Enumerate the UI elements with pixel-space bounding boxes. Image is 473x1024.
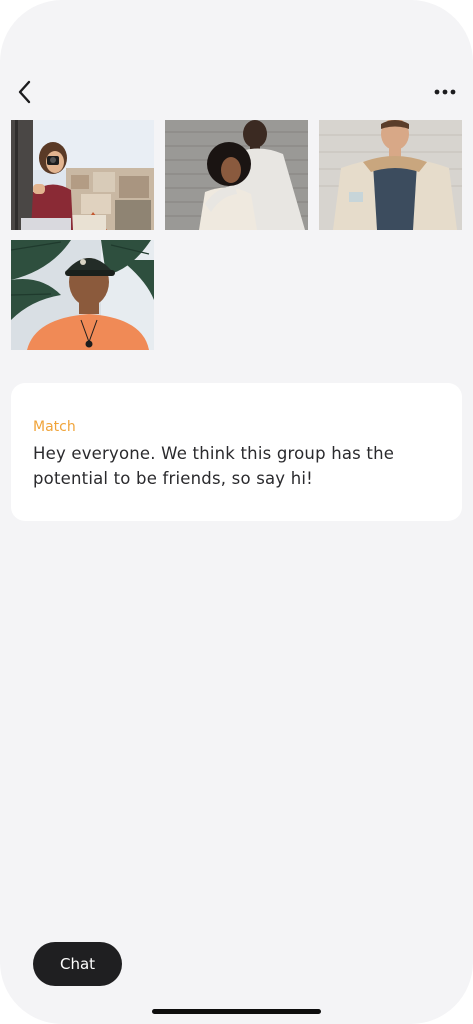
- screen: Match Hey everyone. We think this group …: [0, 0, 473, 1024]
- message-text: Hey everyone. We think this group has th…: [33, 444, 395, 488]
- more-options-button[interactable]: [433, 80, 457, 104]
- message-sender: Match: [33, 419, 76, 435]
- more-horizontal-icon: [434, 89, 456, 95]
- home-indicator[interactable]: [152, 1009, 321, 1014]
- chat-button[interactable]: Chat: [33, 942, 122, 986]
- photo-couple[interactable]: [165, 120, 308, 230]
- photo-man-cap[interactable]: [11, 240, 154, 350]
- chevron-left-icon: [18, 80, 31, 104]
- photo-man-jacket[interactable]: [319, 120, 462, 230]
- message-card: Match Hey everyone. We think this group …: [11, 383, 462, 521]
- back-button[interactable]: [12, 78, 38, 106]
- top-bar: [0, 76, 473, 108]
- photo-woman-camera[interactable]: [11, 120, 154, 230]
